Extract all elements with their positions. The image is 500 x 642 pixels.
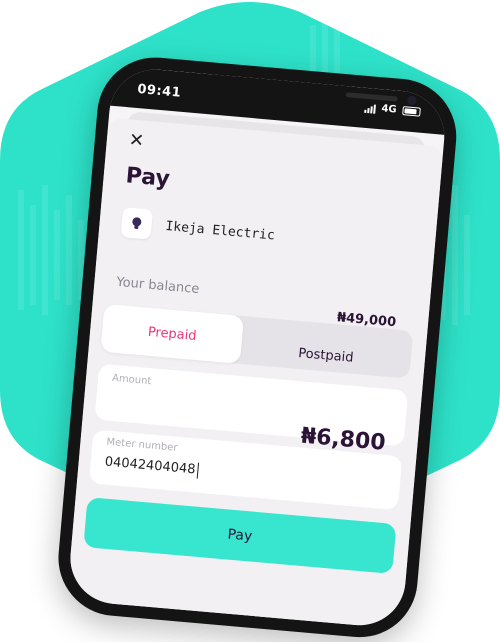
status-time: 09:41 — [136, 81, 182, 101]
battery-icon — [402, 106, 421, 117]
meter-number-label: Meter number — [106, 436, 178, 454]
balance-label: Your balance — [115, 274, 200, 298]
pay-sheet: ✕ Pay Ikeja Electric Your balance Prepai… — [66, 117, 444, 629]
amount-label: Amount — [111, 372, 152, 388]
pay-button[interactable]: Pay — [83, 497, 397, 574]
bulb-icon — [132, 217, 142, 229]
close-icon[interactable]: ✕ — [128, 129, 145, 151]
biller-logo — [120, 207, 153, 240]
biller-row: Ikeja Electric — [120, 207, 276, 250]
meter-number-input[interactable] — [104, 454, 285, 486]
page-title: Pay — [124, 163, 171, 193]
tab-prepaid[interactable]: Prepaid — [100, 303, 245, 364]
phone-frame: 09:41 4G ✕ Pay Ikeja Electric Your balan… — [53, 52, 462, 642]
tab-postpaid[interactable]: Postpaid — [244, 328, 407, 382]
biller-name: Ikeja Electric — [164, 218, 276, 243]
network-label: 4G — [380, 103, 398, 116]
phone-screen: 09:41 4G ✕ Pay Ikeja Electric Your balan… — [66, 65, 449, 629]
signal-icon — [364, 102, 376, 114]
